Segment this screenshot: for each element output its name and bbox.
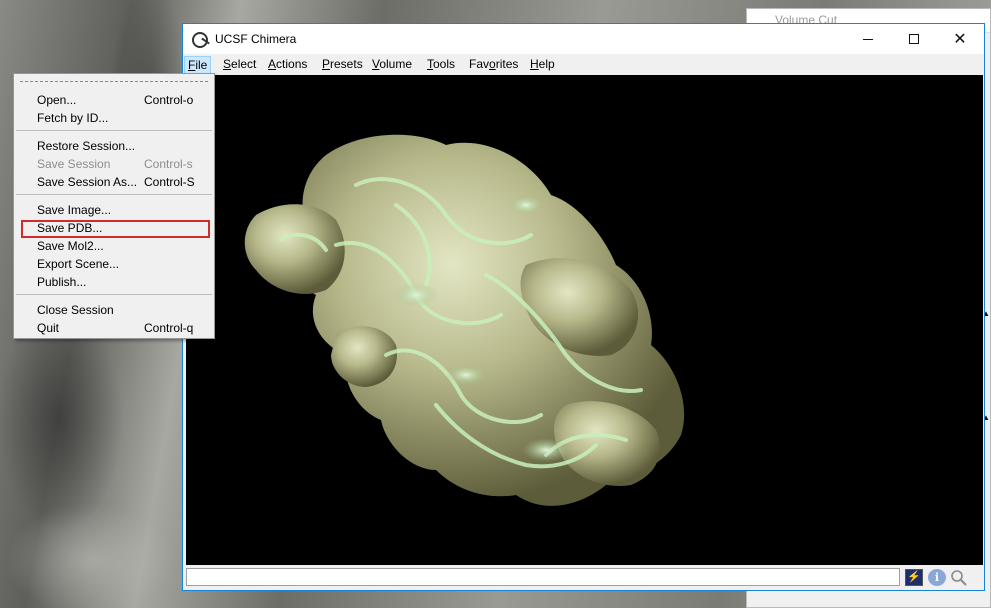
menu-select-mnemonic: S xyxy=(223,57,232,71)
magnifier-icon[interactable] xyxy=(950,569,968,586)
menu-item-save-session-accel: Control-s xyxy=(144,157,193,171)
menu-file[interactable]: File xyxy=(184,56,212,74)
window-title: UCSF Chimera xyxy=(215,32,297,46)
tearoff-line[interactable] xyxy=(20,81,208,82)
close-icon: ✕ xyxy=(953,29,967,48)
protein-density-surface xyxy=(244,134,685,506)
menu-item-save-session-label: Save Session xyxy=(37,157,111,171)
save-pdb-highlight-box xyxy=(21,220,210,238)
menu-actions-rest: ctions xyxy=(276,57,308,71)
minimize-button[interactable] xyxy=(845,24,891,54)
menu-tools[interactable]: Tools xyxy=(424,56,458,74)
menu-favorites-rest: rites xyxy=(495,57,519,71)
menu-item-save-session-as[interactable]: Save Session As... Control-S xyxy=(16,173,212,191)
menu-volume[interactable]: Volume xyxy=(369,56,415,74)
menu-item-open-label: Open... xyxy=(37,93,77,107)
menu-actions[interactable]: Actions xyxy=(265,56,310,74)
menu-item-fetch-by-id[interactable]: Fetch by ID... xyxy=(16,109,212,127)
menu-item-save-image-label: Save Image... xyxy=(37,203,112,217)
menu-item-save-session: Save Session Control-s xyxy=(16,155,212,173)
menu-volume-rest: olume xyxy=(379,57,413,71)
menu-item-quit-accel: Control-q xyxy=(144,321,194,335)
menu-select-rest: elect xyxy=(231,57,257,71)
menu-separator xyxy=(16,194,212,195)
menu-help[interactable]: Help xyxy=(527,56,558,74)
menu-help-mnemonic: H xyxy=(530,57,539,71)
bolt-icon[interactable]: ⚡ xyxy=(905,569,923,586)
density-blobs xyxy=(244,134,685,506)
menu-item-save-session-as-label: Save Session As... xyxy=(37,175,138,189)
file-menu-dropdown[interactable]: Open... Control-o Fetch by ID... Restore… xyxy=(13,73,215,339)
menu-favorites-pre: Fav xyxy=(469,57,490,71)
menu-item-save-mol2[interactable]: Save Mol2... xyxy=(16,237,212,255)
menu-item-restore-session[interactable]: Restore Session... xyxy=(16,137,212,155)
chimera-app-icon xyxy=(192,32,208,48)
status-bar: ⚡ i xyxy=(183,565,984,590)
menu-favorites[interactable]: Favorites xyxy=(466,56,521,74)
menu-item-save-mol2-label: Save Mol2... xyxy=(37,239,104,253)
menu-presets-mnemonic: P xyxy=(322,57,331,71)
maximize-icon xyxy=(909,34,919,44)
menu-item-export-scene-label: Export Scene... xyxy=(37,257,120,271)
menu-separator xyxy=(16,294,212,295)
menu-item-export-scene[interactable]: Export Scene... xyxy=(16,255,212,273)
minimize-icon xyxy=(863,38,873,40)
menu-item-close-session[interactable]: Close Session xyxy=(16,301,212,319)
menu-item-close-session-label: Close Session xyxy=(37,303,114,317)
menu-help-rest: elp xyxy=(538,57,555,71)
menu-item-open[interactable]: Open... Control-o xyxy=(16,91,212,109)
menu-item-restore-label: Restore Session... xyxy=(37,139,136,153)
info-icon[interactable]: i xyxy=(928,569,946,586)
title-bar[interactable]: UCSF Chimera ✕ xyxy=(183,24,984,54)
command-line-input[interactable] xyxy=(186,568,900,586)
menu-item-save-session-as-accel: Control-S xyxy=(144,175,195,189)
menu-item-quit-label: Quit xyxy=(37,321,60,335)
menu-favorites-mnemonic: o xyxy=(489,57,496,71)
chimera-window[interactable]: UCSF Chimera ✕ File Select Actions Prese… xyxy=(182,23,985,591)
menu-tools-rest: ools xyxy=(433,57,456,71)
menu-file-rest: ile xyxy=(195,58,208,72)
menu-item-open-accel: Control-o xyxy=(144,93,194,107)
menu-select[interactable]: Select xyxy=(220,56,259,74)
graphics-viewport[interactable] xyxy=(186,75,983,565)
menu-presets[interactable]: Presets xyxy=(319,56,366,74)
menu-item-fetch-label: Fetch by ID... xyxy=(37,111,109,125)
close-button[interactable]: ✕ xyxy=(937,24,983,54)
menu-item-publish[interactable]: Publish... xyxy=(16,273,212,291)
menu-actions-mnemonic: A xyxy=(268,57,277,71)
menu-presets-rest: resets xyxy=(330,57,363,71)
menu-item-publish-label: Publish... xyxy=(37,275,87,289)
menu-separator xyxy=(16,130,212,131)
menu-item-save-image[interactable]: Save Image... xyxy=(16,201,212,219)
menu-bar: File Select Actions Presets Volume Tools… xyxy=(183,54,984,75)
maximize-button[interactable] xyxy=(891,24,937,54)
menu-item-quit[interactable]: Quit Control-q xyxy=(16,319,212,337)
